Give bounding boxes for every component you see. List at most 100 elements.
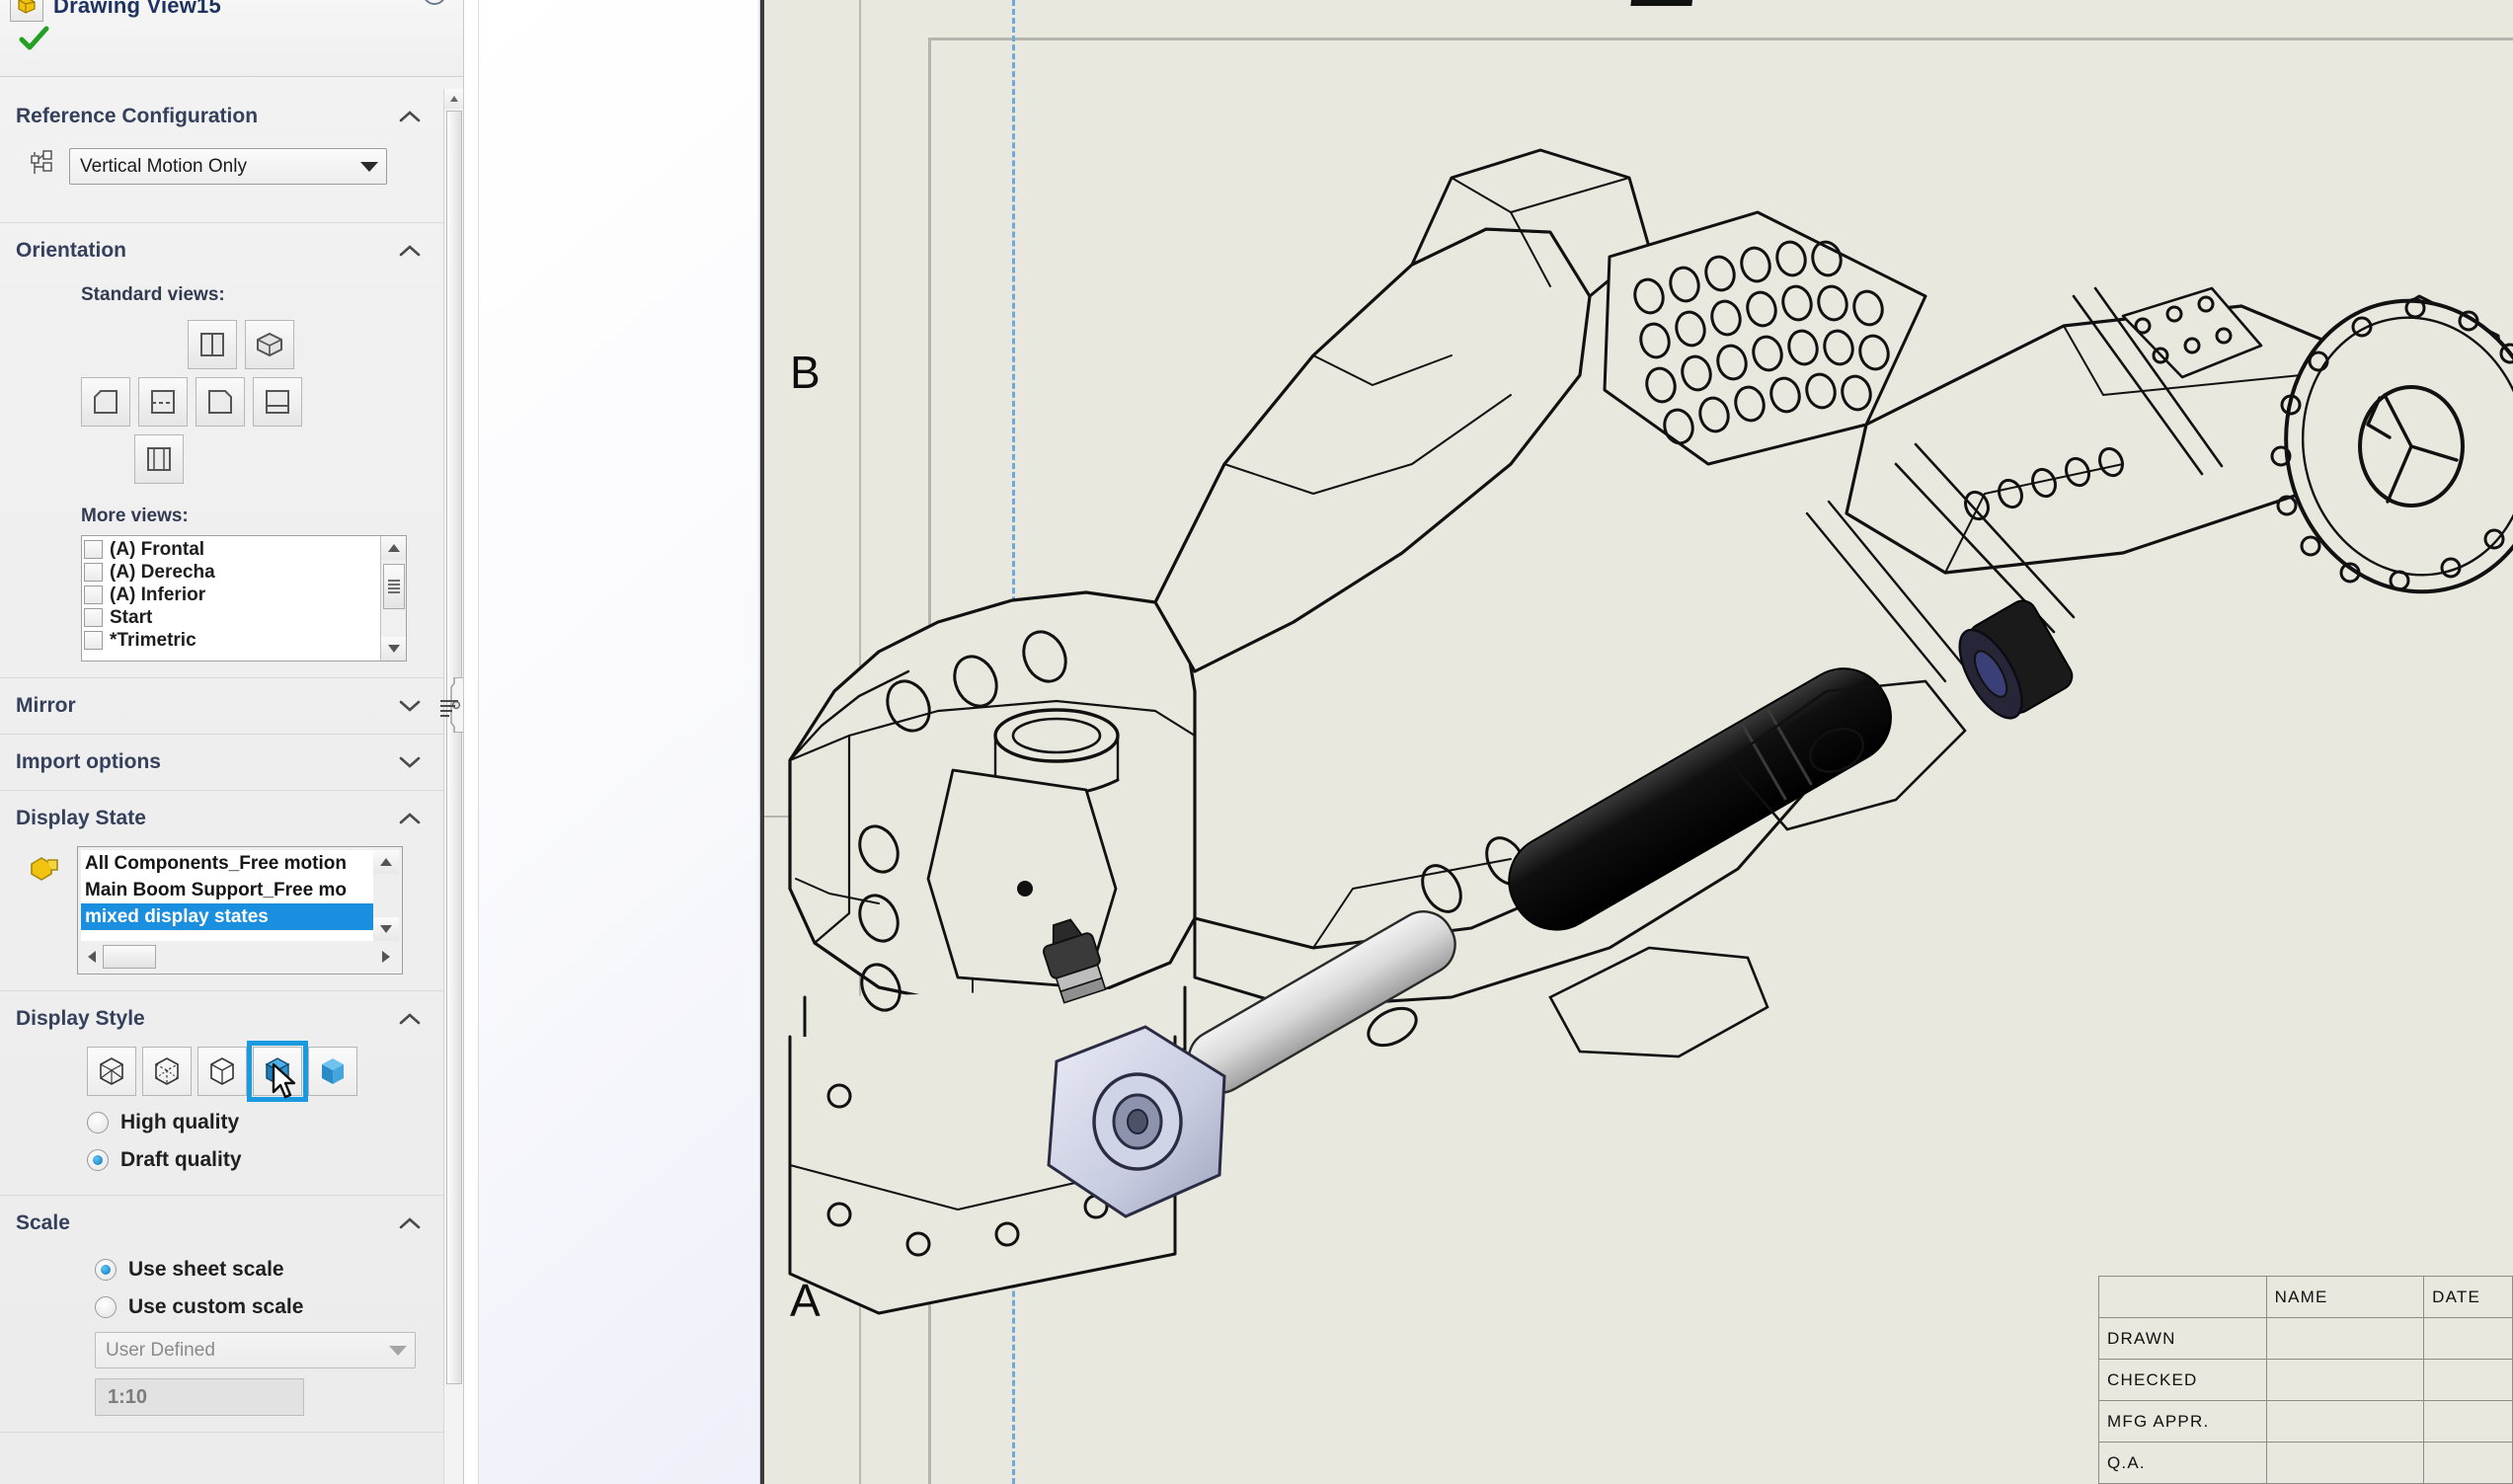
display-state-listbox[interactable]: All Components_Free motion Main Boom Sup… (77, 846, 403, 975)
radio-button-selected[interactable] (87, 1149, 109, 1171)
scroll-up-icon[interactable] (444, 89, 463, 109)
section-title: Reference Configuration (16, 105, 259, 127)
drawing-view-model[interactable] (760, 0, 2513, 1484)
custom-scale-input[interactable]: 1:10 (95, 1378, 304, 1416)
quality-option-draft[interactable]: Draft quality (16, 1141, 429, 1179)
titleblock-row-name[interactable] (2265, 1317, 2425, 1360)
list-item[interactable]: (A) Inferior (84, 584, 406, 606)
section-header-reference-configuration[interactable]: Reference Configuration (0, 89, 444, 144)
list-item[interactable]: Start (84, 606, 406, 629)
section-header-scale[interactable]: Scale (0, 1196, 444, 1251)
more-views-listbox[interactable]: (A) Frontal (A) Derecha (A) Inferior Sta… (81, 535, 407, 662)
custom-scale-preset-value: User Defined (106, 1339, 215, 1361)
radio-button[interactable] (87, 1112, 109, 1133)
section-display-state: Display State All Components_Free motion… (0, 791, 444, 991)
list-item[interactable]: All Components_Free motion (81, 850, 399, 877)
display-state-vscrollbar[interactable] (373, 850, 399, 941)
radio-button-selected[interactable] (95, 1259, 117, 1281)
more-views-label: More views: (81, 506, 189, 526)
checkbox[interactable] (84, 540, 103, 559)
titleblock-row-name[interactable] (2265, 1359, 2425, 1401)
section-header-display-state[interactable]: Display State (0, 791, 444, 846)
section-header-orientation[interactable]: Orientation (0, 223, 444, 278)
list-item[interactable]: *Trimetric (84, 629, 406, 652)
section-header-import-options[interactable]: Import options (0, 735, 444, 790)
scrollbar-thumb[interactable] (383, 564, 405, 609)
section-view-icon[interactable] (138, 377, 188, 427)
section-orientation: Orientation Standard views: More views: … (0, 223, 444, 678)
property-manager-scrollbar[interactable] (443, 89, 463, 1484)
titleblock-row-date[interactable] (2423, 1400, 2513, 1443)
chevron-up-icon[interactable] (397, 811, 423, 826)
chevron-down-icon[interactable] (397, 754, 423, 770)
back-view-icon[interactable] (196, 377, 245, 427)
quality-option-high[interactable]: High quality (16, 1104, 429, 1141)
titleblock-row-date[interactable] (2423, 1359, 2513, 1401)
splitter-grip-icon[interactable] (440, 697, 458, 719)
listbox-scrollbar[interactable] (380, 536, 406, 661)
scroll-down-icon[interactable] (381, 637, 406, 661)
checkbox[interactable] (84, 586, 103, 604)
accept-button[interactable] (18, 24, 51, 53)
checkbox[interactable] (84, 608, 103, 627)
bottom-view-icon[interactable] (253, 377, 302, 427)
section-header-display-style[interactable]: Display Style (0, 991, 444, 1047)
help-question-icon[interactable]: ? (420, 0, 449, 8)
solidworks-drawing-window: Drawing View15 ? Reference Configuration (0, 0, 2513, 1484)
titleblock-row-label: MFG APPR. (2098, 1400, 2267, 1443)
scale-option-custom[interactable]: Use custom scale (16, 1289, 429, 1326)
hidden-lines-removed-icon[interactable] (197, 1047, 247, 1096)
titleblock-row-name[interactable] (2265, 1400, 2425, 1443)
quality-label: High quality (120, 1111, 240, 1133)
checkbox[interactable] (84, 631, 103, 650)
chevron-up-icon[interactable] (397, 243, 423, 259)
list-item[interactable]: (A) Frontal (84, 538, 406, 561)
scroll-up-icon[interactable] (381, 536, 406, 560)
scrollbar-thumb[interactable] (446, 111, 462, 1384)
wireframe-icon[interactable] (87, 1047, 136, 1096)
grip-icon (388, 578, 400, 595)
section-mirror: Mirror (0, 678, 444, 735)
scale-option-label: Use sheet scale (128, 1258, 284, 1281)
titleblock-header-date: DATE (2423, 1276, 2513, 1318)
display-state-hscrollbar[interactable] (81, 943, 399, 971)
scroll-up-icon[interactable] (373, 850, 399, 874)
scroll-down-icon[interactable] (373, 917, 399, 941)
titleblock-row-name[interactable] (2265, 1442, 2425, 1484)
chevron-down-icon[interactable] (397, 698, 423, 714)
titleblock: NAME DATE DRAWN CHECKED MFG APPR. Q.A. (2098, 1276, 2513, 1484)
top-view-icon[interactable] (134, 434, 184, 484)
scale-option-sheet[interactable]: Use sheet scale (16, 1251, 429, 1289)
two-view-icon[interactable] (188, 320, 237, 369)
scroll-right-icon[interactable] (375, 944, 397, 970)
table-row: CHECKED (2098, 1359, 2513, 1401)
property-manager-header: Drawing View15 ? (0, 0, 463, 77)
drawing-sheet-canvas[interactable]: B A NAME DATE DRAWN CHECKED MFG APPR. Q.… (760, 0, 2513, 1484)
shaded-icon[interactable] (308, 1047, 357, 1096)
scrollbar-thumb[interactable] (103, 945, 156, 969)
configuration-icon (30, 150, 69, 183)
list-item[interactable]: (A) Derecha (84, 561, 406, 584)
custom-scale-preset-dropdown[interactable]: User Defined (95, 1332, 416, 1368)
titleblock-row-date[interactable] (2423, 1442, 2513, 1484)
section-title: Mirror (16, 694, 76, 717)
scroll-left-icon[interactable] (81, 944, 103, 970)
chevron-up-icon[interactable] (397, 1011, 423, 1027)
reference-configuration-dropdown[interactable]: Vertical Motion Only (69, 148, 387, 185)
reference-configuration-value: Vertical Motion Only (80, 155, 247, 177)
list-item-label: (A) Inferior (110, 584, 206, 605)
list-item-label: (A) Frontal (110, 538, 205, 560)
list-item-selected[interactable]: mixed display states (81, 903, 399, 930)
section-display-style: Display Style High quality Draft quality (0, 991, 444, 1196)
section-header-mirror[interactable]: Mirror (0, 678, 444, 734)
radio-button[interactable] (95, 1296, 117, 1318)
titleblock-row-date[interactable] (2423, 1317, 2513, 1360)
hidden-lines-visible-icon[interactable] (142, 1047, 192, 1096)
list-item[interactable]: Main Boom Support_Free mo (81, 877, 399, 903)
standard-views-grid (16, 320, 429, 484)
chevron-up-icon[interactable] (397, 109, 423, 124)
chevron-up-icon[interactable] (397, 1215, 423, 1231)
checkbox[interactable] (84, 563, 103, 582)
front-view-icon[interactable] (81, 377, 130, 427)
isometric-view-icon[interactable] (245, 320, 294, 369)
